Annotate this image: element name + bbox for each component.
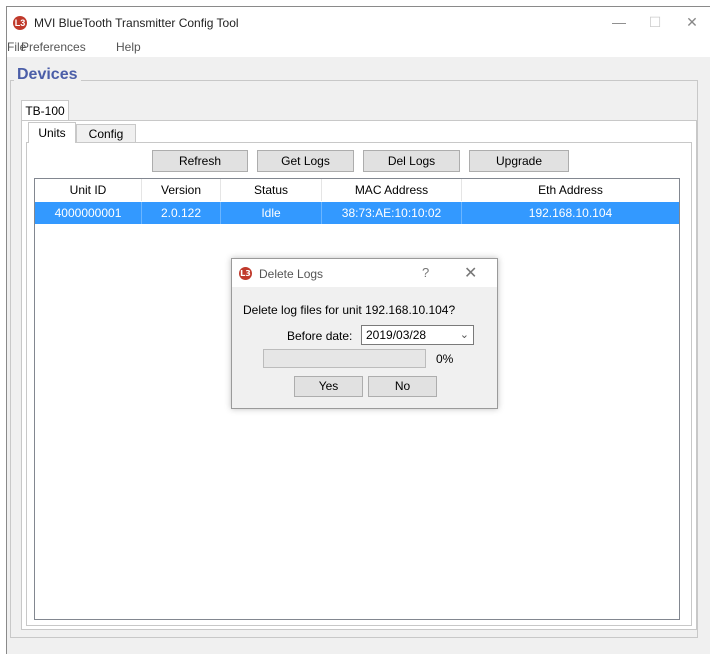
get-logs-button[interactable]: Get Logs — [257, 150, 354, 172]
column-header-mac-address[interactable]: MAC Address — [322, 179, 462, 201]
cell-eth-address: 192.168.10.104 — [528, 206, 613, 220]
dialog-title: Delete Logs — [259, 267, 324, 281]
cell-status: Idle — [221, 202, 322, 224]
delete-progress-bar — [263, 349, 426, 368]
minimize-button[interactable]: — — [604, 12, 634, 32]
before-date-label: Before date: — [287, 329, 353, 343]
app-logo-icon: L3 — [13, 16, 27, 30]
before-date-select[interactable]: 2019/03/28 ⌄ — [361, 325, 474, 345]
window-title: MVI BlueTooth Transmitter Config Tool — [34, 16, 239, 30]
table-row[interactable]: 4000000001 2.0.122 Idle 38:73:AE:10:10:0… — [35, 202, 679, 224]
title-bar[interactable]: L3 MVI BlueTooth Transmitter Config Tool… — [7, 7, 710, 37]
cell-version: 2.0.122 — [142, 202, 221, 224]
tab-config[interactable]: Config — [76, 124, 136, 143]
delete-logs-dialog: L3 Delete Logs ? ✕ Delete log files for … — [231, 258, 498, 409]
dialog-message: Delete log files for unit 192.168.10.104… — [243, 303, 456, 317]
devices-group-title: Devices — [14, 66, 81, 84]
upgrade-button[interactable]: Upgrade — [469, 150, 569, 172]
column-header-version[interactable]: Version — [142, 179, 221, 201]
column-header-eth-address[interactable]: Eth Address — [462, 179, 679, 201]
close-button[interactable]: ✕ — [677, 12, 707, 32]
menu-bar: File Preferences Help — [7, 37, 710, 57]
menu-preferences[interactable]: Preferences — [21, 40, 86, 54]
menu-help[interactable]: Help — [116, 40, 141, 54]
column-header-status[interactable]: Status — [221, 179, 322, 201]
help-button[interactable]: ? — [422, 265, 429, 280]
no-button[interactable]: No — [368, 376, 437, 397]
dialog-title-bar[interactable]: L3 Delete Logs ? ✕ — [232, 259, 497, 287]
column-header-unit-id[interactable]: Unit ID — [35, 179, 142, 201]
before-date-value: 2019/03/28 — [366, 328, 427, 342]
cell-mac-address: 38:73:AE:10:10:02 — [322, 202, 462, 224]
progress-percent: 0% — [436, 352, 454, 366]
app-logo-icon: L3 — [239, 267, 252, 280]
chevron-down-icon[interactable]: ⌄ — [460, 326, 469, 344]
tab-tb-100[interactable]: TB-100 — [21, 100, 69, 121]
refresh-button[interactable]: Refresh — [152, 150, 248, 172]
del-logs-button[interactable]: Del Logs — [363, 150, 460, 172]
tab-units[interactable]: Units — [28, 122, 76, 143]
yes-button[interactable]: Yes — [294, 376, 363, 397]
cell-unit-id: 4000000001 — [35, 202, 142, 224]
maximize-button[interactable]: ☐ — [640, 12, 670, 32]
dialog-close-button[interactable]: ✕ — [464, 263, 477, 283]
